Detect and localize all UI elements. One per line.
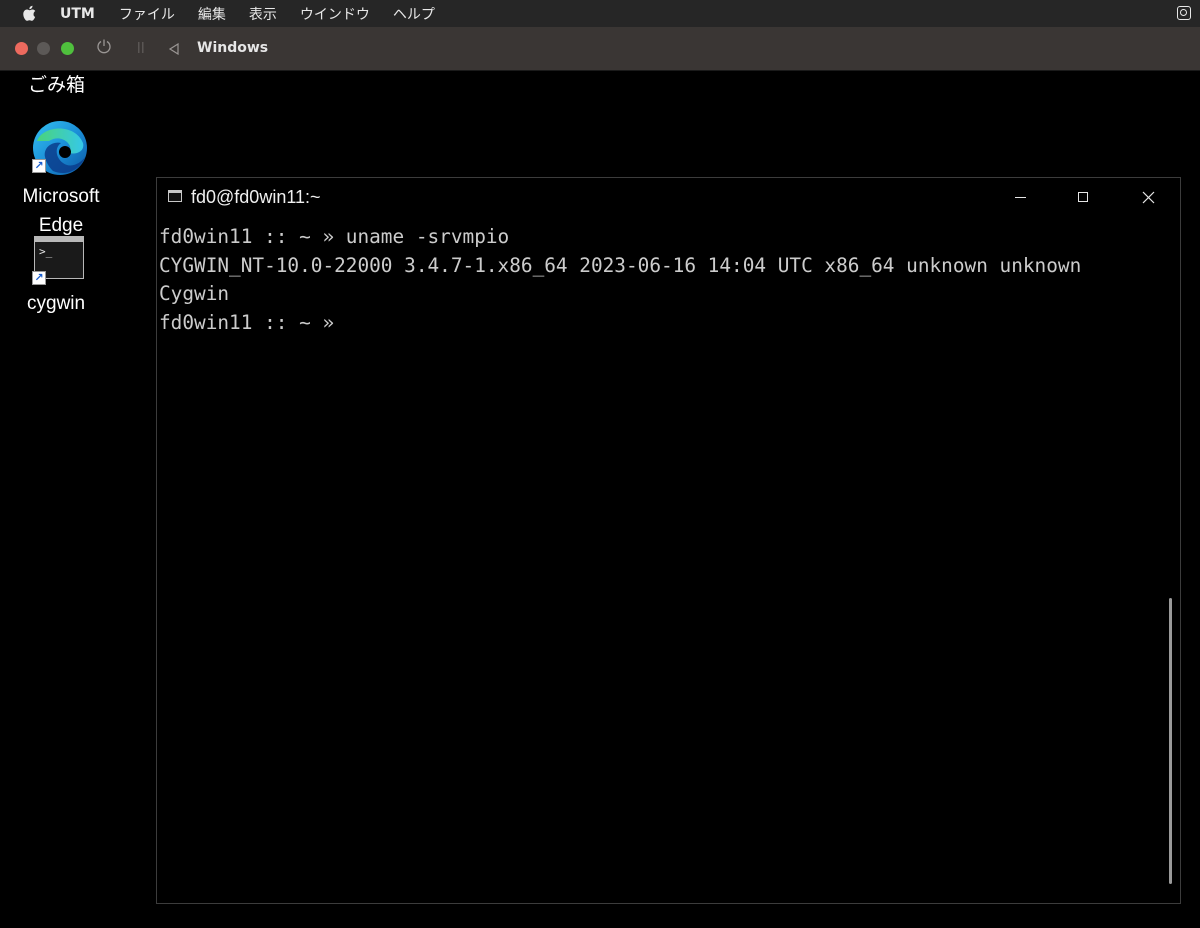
terminal-window[interactable]: fd0@fd0win11:~ fd0win11 :: ~ » uname -sr… <box>156 177 1181 904</box>
cygwin-label: cygwin <box>27 293 86 314</box>
terminal-prompt-line: fd0win11 :: ~ » <box>159 310 335 334</box>
shortcut-arrow-icon: ↗ <box>32 159 46 173</box>
console-icon <box>168 190 182 202</box>
recycle-bin-label: ごみ箱 <box>28 75 86 96</box>
maximize-icon <box>1078 192 1088 202</box>
menu-view[interactable]: 表示 <box>249 4 277 24</box>
power-icon[interactable] <box>96 38 112 58</box>
window-minimize-button[interactable] <box>37 42 50 55</box>
menu-app-name[interactable]: UTM <box>60 6 95 22</box>
shortcut-arrow-icon: ↗ <box>32 271 46 285</box>
menu-window[interactable]: ウインドウ <box>300 4 370 24</box>
terminal-line: CYGWIN_NT-10.0-22000 3.4.7-1.x86_64 2023… <box>159 253 1082 277</box>
terminal-line: Cygwin <box>159 282 230 305</box>
vm-title: Windows <box>197 40 269 56</box>
apple-icon[interactable] <box>22 5 38 22</box>
maximize-button[interactable] <box>1058 178 1108 216</box>
utm-toolbar: Windows <box>0 27 1200 71</box>
window-zoom-button[interactable] <box>61 42 74 55</box>
menu-help[interactable]: ヘルプ <box>393 4 435 24</box>
back-icon[interactable] <box>168 41 180 59</box>
menu-bar: UTM ファイル 編集 表示 ウインドウ ヘルプ <box>0 0 1200 27</box>
terminal-line: fd0win11 :: ~ » uname -srvmpio <box>159 225 510 248</box>
close-button[interactable] <box>1123 178 1173 216</box>
scrollbar[interactable] <box>1169 598 1172 884</box>
close-icon <box>1142 191 1155 204</box>
terminal-titlebar[interactable]: fd0@fd0win11:~ <box>157 178 1180 216</box>
menu-file[interactable]: ファイル <box>119 4 175 24</box>
window-close-button[interactable] <box>15 42 28 55</box>
terminal-title: fd0@fd0win11:~ <box>191 187 321 207</box>
pause-icon[interactable] <box>137 40 145 58</box>
edge-label: Microsoft Edge <box>22 186 100 236</box>
terminal-output[interactable]: fd0win11 :: ~ » uname -srvmpioCYGWIN_NT-… <box>159 223 1164 337</box>
status-menu-icon[interactable] <box>1177 6 1191 20</box>
minimize-icon <box>1015 197 1026 198</box>
menu-edit[interactable]: 編集 <box>198 4 226 24</box>
minimize-button[interactable] <box>995 178 1045 216</box>
